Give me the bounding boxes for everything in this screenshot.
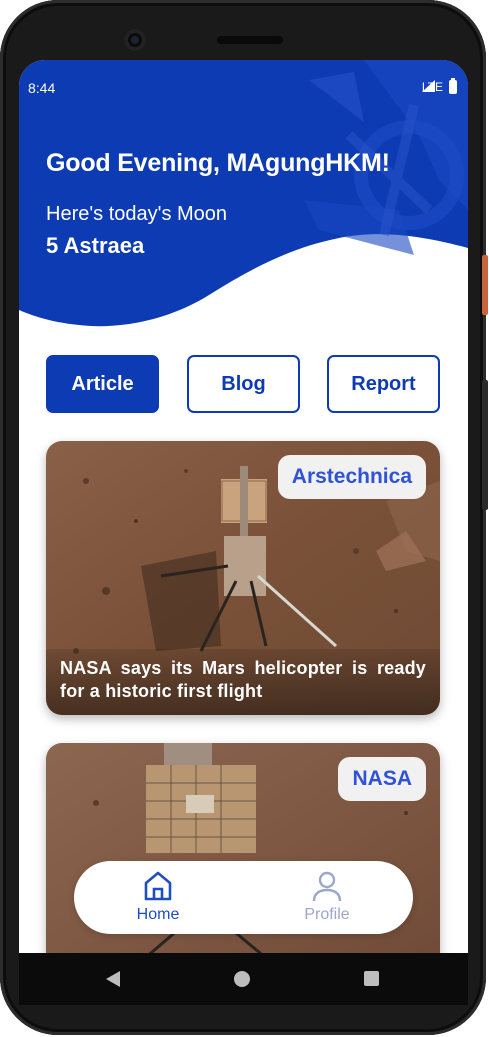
greeting-title: Good Evening, MAgungHKM! (46, 149, 390, 177)
moon-name: 5 Astraea (46, 233, 145, 258)
header-banner: 8:44 LTE Good Evening, MAgungHKM! Here's… (19, 60, 468, 335)
battery-icon (449, 78, 457, 94)
recent-apps-icon[interactable] (364, 971, 379, 986)
phone-frame: 8:44 LTE Good Evening, MAgungHKM! Here's… (0, 0, 488, 1035)
back-icon[interactable] (105, 970, 121, 988)
header-wave-background (19, 60, 468, 327)
article-title: NASA says its Mars helicopter is ready f… (60, 658, 426, 701)
status-time: 8:44 (28, 80, 56, 96)
system-home-icon[interactable] (234, 971, 250, 987)
status-indicators: LTE (421, 78, 457, 94)
article-card[interactable]: Arstechnica NASA says its Mars helicopte… (46, 441, 440, 715)
power-button (482, 255, 488, 315)
tab-blog[interactable]: Blog (187, 355, 300, 413)
signal-icon (421, 80, 435, 92)
tab-report[interactable]: Report (327, 355, 440, 413)
nav-item-home[interactable]: Home (108, 869, 208, 924)
home-icon (144, 871, 172, 901)
moon-caption: Here's today's Moon (46, 203, 228, 225)
front-camera (124, 29, 146, 51)
tab-article[interactable]: Article (46, 355, 159, 413)
app-screen: 8:44 LTE Good Evening, MAgungHKM! Here's… (19, 60, 468, 953)
system-navigation-bar (19, 953, 468, 1005)
article-title-overlay: NASA says its Mars helicopter is ready f… (46, 649, 440, 715)
volume-button (482, 380, 488, 510)
source-badge: NASA (338, 757, 426, 801)
nav-item-profile[interactable]: Profile (277, 869, 377, 924)
bottom-navigation: Home Profile (74, 861, 413, 934)
profile-icon (312, 871, 342, 902)
nav-label-home: Home (136, 906, 180, 923)
nav-label-profile: Profile (304, 906, 350, 923)
source-badge: Arstechnica (277, 455, 426, 499)
earpiece-speaker (217, 36, 283, 44)
